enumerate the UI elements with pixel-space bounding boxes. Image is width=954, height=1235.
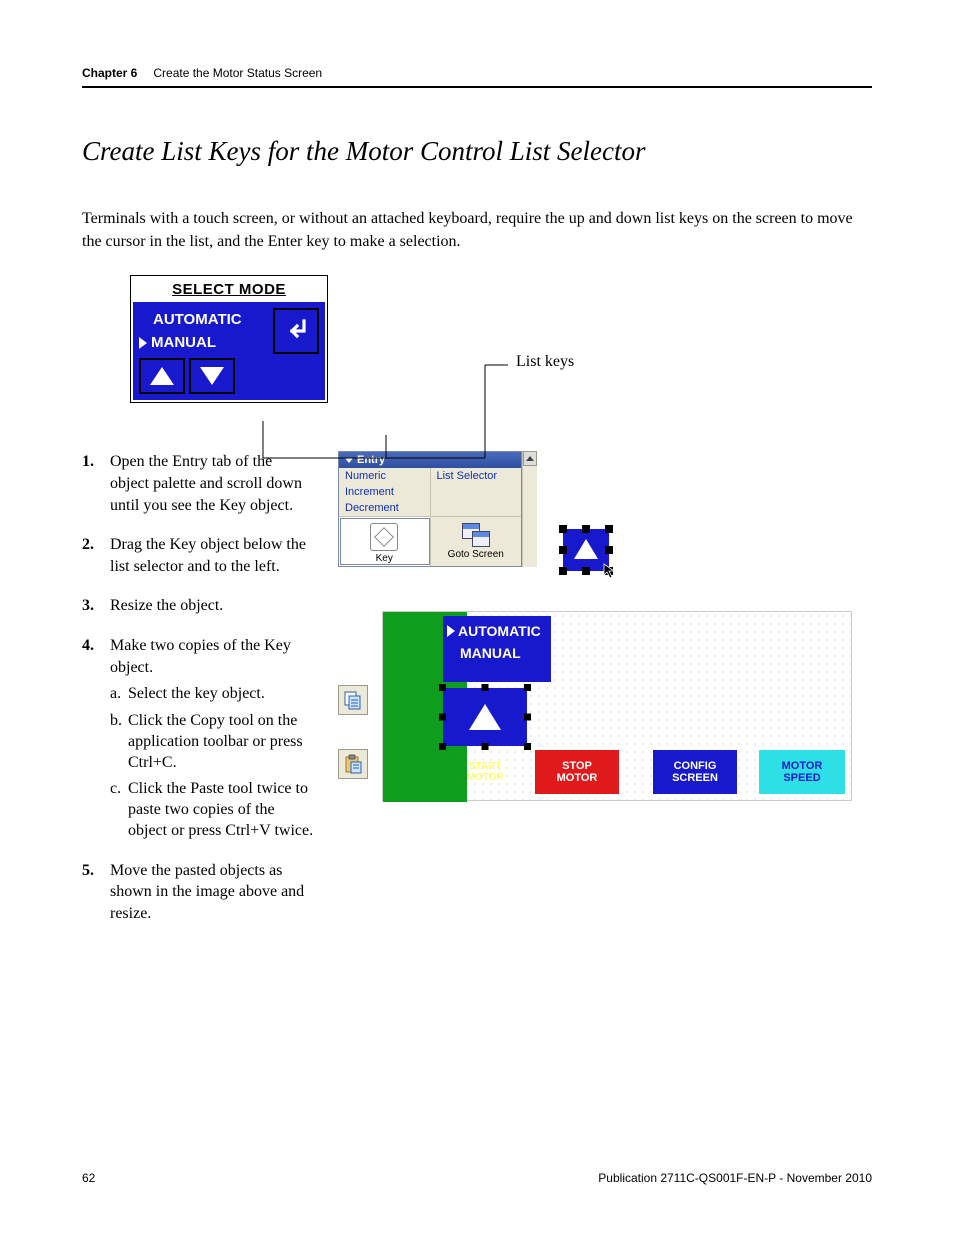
callout-list-keys: List keys bbox=[516, 353, 574, 371]
triangle-up-icon bbox=[574, 539, 598, 559]
step-4a: a.Select the key object. bbox=[110, 684, 314, 705]
down-key[interactable] bbox=[189, 358, 235, 394]
chapter-number: Chapter 6 bbox=[82, 66, 137, 80]
publication-id: Publication 2711C-QS001F-EN-P - November… bbox=[598, 1171, 872, 1185]
designer-list-selector[interactable]: AUTOMATIC MANUAL bbox=[443, 616, 551, 682]
palette-scrollbar[interactable] bbox=[522, 451, 537, 567]
step-4: Make two copies of the Key object. a.Sel… bbox=[106, 635, 314, 842]
mode-manual[interactable]: MANUAL bbox=[137, 331, 271, 354]
step-3: Resize the object. bbox=[106, 595, 314, 617]
screen-designer-canvas[interactable]: AUTOMATIC MANUAL bbox=[382, 611, 852, 801]
designer-motor-speed-button[interactable]: MOTOR SPEED bbox=[759, 750, 845, 794]
resize-handle[interactable] bbox=[605, 546, 613, 554]
resize-handle[interactable] bbox=[524, 714, 531, 721]
entry-palette: Entry Numeric Increment Decrement List S… bbox=[338, 451, 522, 567]
step-4c: c.Click the Paste tool twice to paste tw… bbox=[110, 779, 314, 841]
key-object-icon bbox=[370, 523, 398, 551]
triangle-up-icon bbox=[469, 704, 501, 730]
paste-button[interactable] bbox=[338, 749, 368, 779]
resize-handle[interactable] bbox=[582, 525, 590, 533]
palette-item-key[interactable]: Key bbox=[339, 517, 431, 566]
palette-item-goto-screen[interactable]: Goto Screen bbox=[431, 517, 522, 566]
key-object-preview[interactable] bbox=[563, 529, 609, 571]
palette-link-decrement[interactable]: Decrement bbox=[339, 500, 430, 516]
paste-icon bbox=[343, 754, 363, 774]
step-4b: b.Click the Copy tool on the application… bbox=[110, 711, 314, 773]
step-2: Drag the Key object below the list selec… bbox=[106, 534, 314, 577]
goto-screen-icon bbox=[462, 523, 490, 547]
designer-start-motor-button[interactable]: START MOTOR bbox=[443, 750, 527, 794]
designer-key-object-selected[interactable] bbox=[443, 688, 527, 746]
cursor-icon bbox=[603, 563, 619, 579]
resize-handle[interactable] bbox=[559, 567, 567, 575]
resize-handle[interactable] bbox=[482, 743, 489, 750]
step-1: Open the Entry tab of the object palette… bbox=[106, 451, 314, 516]
section-title: Create List Keys for the Motor Control L… bbox=[82, 136, 872, 167]
resize-handle[interactable] bbox=[582, 567, 590, 575]
designer-stop-motor-button[interactable]: STOP MOTOR bbox=[535, 750, 619, 794]
pointer-icon bbox=[447, 625, 455, 637]
resize-handle[interactable] bbox=[524, 743, 531, 750]
copy-icon bbox=[343, 690, 363, 710]
resize-handle[interactable] bbox=[439, 684, 446, 691]
mode-automatic[interactable]: AUTOMATIC bbox=[137, 308, 271, 331]
copy-button[interactable] bbox=[338, 685, 368, 715]
intro-paragraph: Terminals with a touch screen, or withou… bbox=[82, 207, 872, 253]
pointer-icon bbox=[139, 337, 147, 349]
palette-link-increment[interactable]: Increment bbox=[339, 484, 430, 500]
resize-handle[interactable] bbox=[559, 525, 567, 533]
resize-handle[interactable] bbox=[559, 546, 567, 554]
instruction-steps: Open the Entry tab of the object palette… bbox=[82, 451, 314, 942]
palette-link-numeric[interactable]: Numeric bbox=[339, 468, 430, 484]
up-key[interactable] bbox=[139, 358, 185, 394]
resize-handle[interactable] bbox=[439, 743, 446, 750]
header-rule bbox=[82, 86, 872, 88]
triangle-down-icon bbox=[200, 367, 224, 385]
resize-handle[interactable] bbox=[482, 684, 489, 691]
page-footer: 62 Publication 2711C-QS001F-EN-P - Novem… bbox=[82, 1171, 872, 1185]
resize-handle[interactable] bbox=[605, 525, 613, 533]
page-header: Chapter 6 Create the Motor Status Screen bbox=[82, 66, 872, 80]
figure-select-mode: SELECT MODE AUTOMATIC MANUAL bbox=[82, 275, 872, 403]
triangle-up-icon bbox=[150, 367, 174, 385]
palette-link-list-selector[interactable]: List Selector bbox=[431, 468, 522, 484]
page-number: 62 bbox=[82, 1171, 95, 1185]
resize-handle[interactable] bbox=[439, 714, 446, 721]
chapter-title: Create the Motor Status Screen bbox=[153, 66, 322, 80]
step-5: Move the pasted objects as shown in the … bbox=[106, 860, 314, 925]
designer-config-screen-button[interactable]: CONFIG SCREEN bbox=[653, 750, 737, 794]
resize-handle[interactable] bbox=[524, 684, 531, 691]
